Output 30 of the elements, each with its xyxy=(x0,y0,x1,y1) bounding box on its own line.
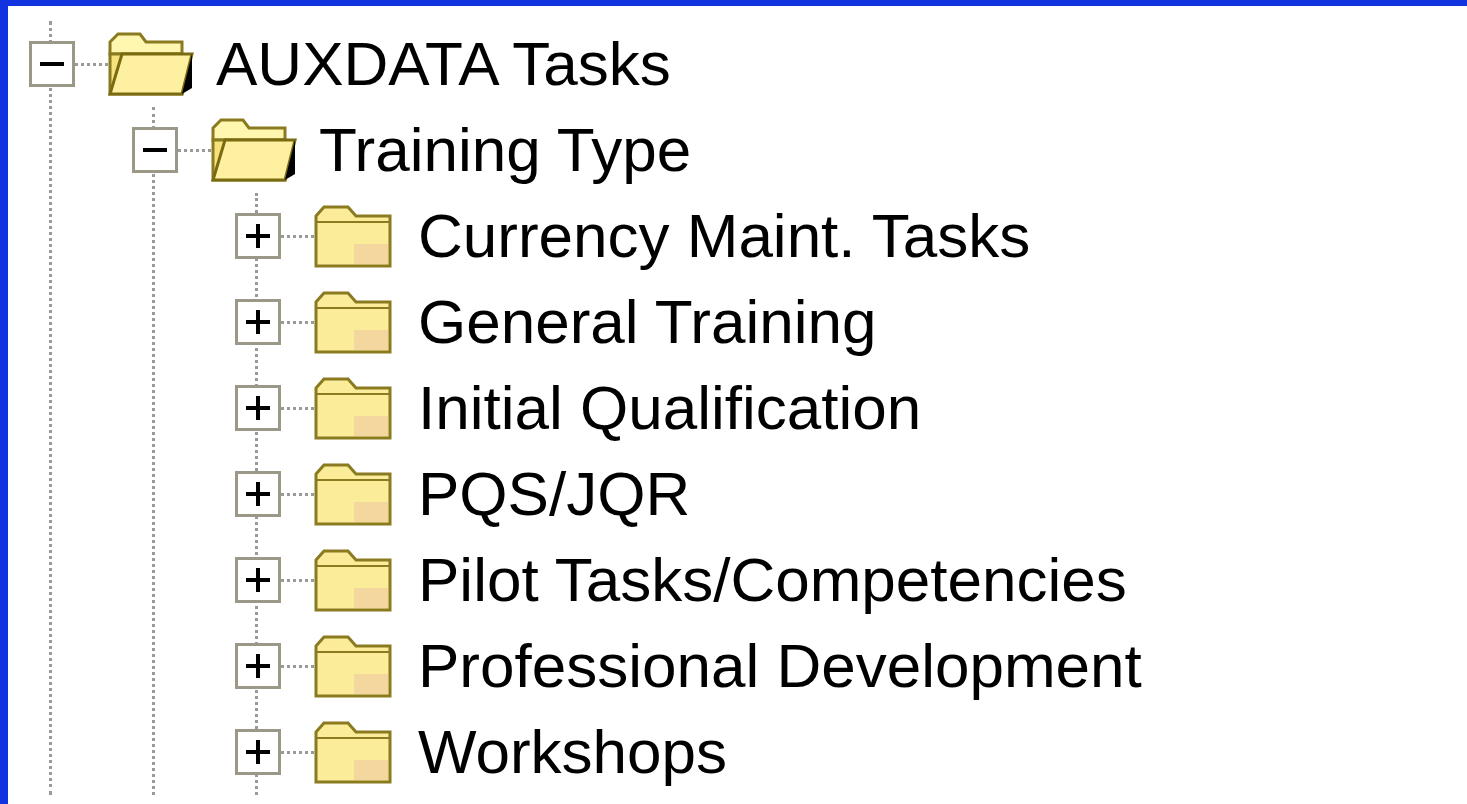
open-folder-icon xyxy=(211,118,297,182)
collapse-toggle[interactable] xyxy=(132,127,178,173)
folder-icon xyxy=(314,204,392,268)
plus-icon xyxy=(246,482,270,506)
expand-toggle[interactable] xyxy=(235,299,281,345)
plus-icon xyxy=(246,310,270,334)
open-folder-icon xyxy=(108,32,194,96)
minus-icon xyxy=(40,62,64,66)
expand-toggle[interactable] xyxy=(235,729,281,775)
tree-item-label[interactable]: Initial Qualification xyxy=(418,377,922,439)
plus-icon xyxy=(246,224,270,248)
tree-item-label[interactable]: AUXDATA Tasks xyxy=(216,33,671,95)
tree-item-label[interactable]: PQS/JQR xyxy=(418,463,691,525)
folder-icon xyxy=(314,376,392,440)
folder-icon xyxy=(314,634,392,698)
plus-icon xyxy=(246,396,270,420)
expand-toggle[interactable] xyxy=(235,643,281,689)
expand-toggle[interactable] xyxy=(235,385,281,431)
folder-icon xyxy=(314,548,392,612)
folder-icon xyxy=(314,290,392,354)
expand-toggle[interactable] xyxy=(235,471,281,517)
collapse-toggle[interactable] xyxy=(29,41,75,87)
folder-icon xyxy=(314,462,392,526)
plus-icon xyxy=(246,740,270,764)
folder-icon xyxy=(314,720,392,784)
plus-icon xyxy=(246,568,270,592)
expand-toggle[interactable] xyxy=(235,557,281,603)
expand-toggle[interactable] xyxy=(235,213,281,259)
plus-icon xyxy=(246,654,270,678)
minus-icon xyxy=(143,148,167,152)
